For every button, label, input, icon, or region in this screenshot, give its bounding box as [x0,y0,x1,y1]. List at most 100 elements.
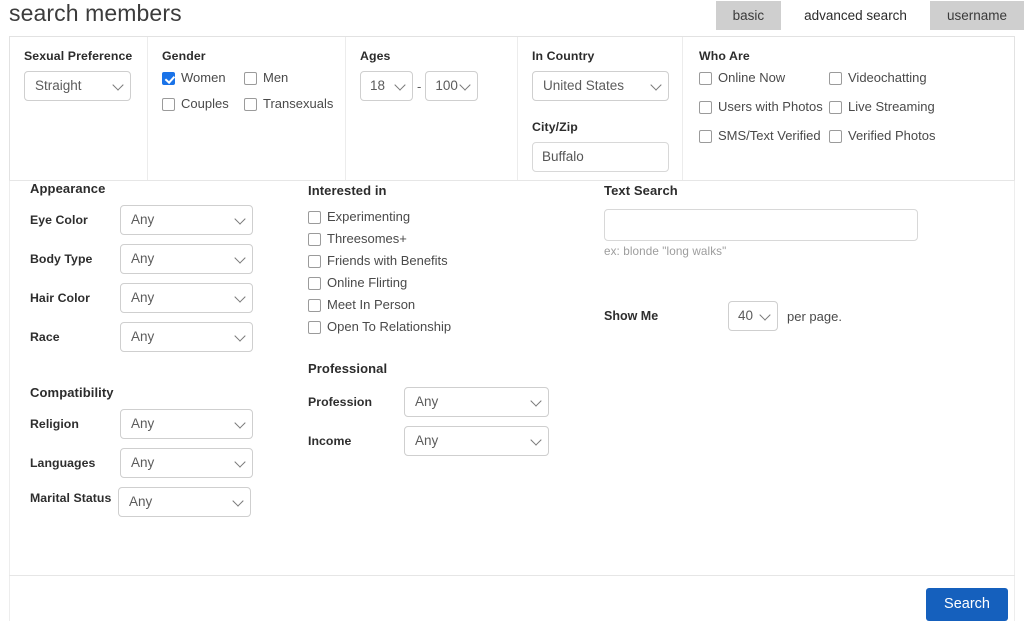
checkbox-sms-text-verified-label: SMS/Text Verified [718,128,821,143]
show-me-label: Show Me [604,309,659,323]
text-search-hint: ex: blonde "long walks" [604,245,727,258]
checkbox-meet-in-person-box[interactable] [308,298,321,312]
checkbox-meet-in-person[interactable]: Meet In Person [308,298,415,312]
chevron-down-icon [759,309,771,321]
checkbox-verified-photos-box[interactable] [829,129,842,143]
field-profession: Profession Any [308,387,598,417]
checkbox-verified-photos[interactable]: Verified Photos [829,129,935,143]
per-page-select[interactable]: 40 [728,301,778,331]
text-search-title: Text Search [604,183,678,198]
income-value: Any [415,433,439,448]
chevron-down-icon [530,395,542,407]
income-label: Income [308,433,352,448]
checkbox-live-streaming[interactable]: Live Streaming [829,100,935,114]
checkbox-men-box[interactable] [244,71,257,85]
professional-title: Professional [308,361,388,376]
checkbox-women-box[interactable] [162,71,175,85]
who-are-group: Who Are Online Now Videochatting Users w… [683,37,1014,180]
chevron-down-icon [234,252,246,264]
interest-item: Friends with Benefits [308,254,598,268]
checkbox-online-now-box[interactable] [699,71,712,85]
checkbox-women-label: Women [181,70,226,85]
checkbox-videochatting[interactable]: Videochatting [829,71,927,85]
checkbox-transexuals[interactable]: Transexuals [244,97,333,111]
checkbox-threesomes-label: Threesomes+ [327,231,407,246]
checkbox-sms-text-verified-box[interactable] [699,129,712,143]
religion-select[interactable]: Any [120,409,253,439]
checkbox-sms-text-verified[interactable]: SMS/Text Verified [699,129,829,143]
checkbox-men-label: Men [263,70,289,85]
primary-filters-panel: Sexual Preference Straight Gender Women … [9,36,1015,180]
checkbox-experimenting-box[interactable] [308,210,321,224]
checkbox-videochatting-label: Videochatting [848,70,927,85]
ages-label: Ages [360,49,391,63]
eye-color-select[interactable]: Any [120,205,253,235]
chevron-down-icon [234,417,246,429]
checkbox-open-to-relationship-box[interactable] [308,320,321,334]
income-select[interactable]: Any [404,426,549,456]
appearance-column: Appearance Eye Color Any Body Type Any H… [30,181,310,517]
search-members-page: search members basic advanced search use… [0,0,1024,621]
per-page-value: 40 [738,308,754,323]
sexual-preference-value: Straight [35,78,82,93]
checkbox-online-flirting-box[interactable] [308,276,321,290]
race-label: Race [30,329,60,344]
ages-separator: - [417,78,422,94]
age-min-select[interactable]: 18 [360,71,413,101]
who-are-row-1: Online Now Videochatting [699,71,1014,85]
checkbox-couples[interactable]: Couples [162,97,244,111]
checkbox-experimenting[interactable]: Experimenting [308,210,410,224]
text-search-input[interactable] [604,209,918,241]
checkbox-transexuals-box[interactable] [244,97,257,111]
field-languages: Languages Any [30,448,310,478]
checkbox-online-now[interactable]: Online Now [699,71,829,85]
body-type-select[interactable]: Any [120,244,253,274]
checkbox-users-with-photos[interactable]: Users with Photos [699,100,829,114]
checkbox-women[interactable]: Women [162,71,244,85]
chevron-down-icon [650,79,662,91]
appearance-title: Appearance [30,181,106,196]
tab-basic[interactable]: basic [715,1,782,30]
languages-select[interactable]: Any [120,448,253,478]
gender-row-1: Women Men [162,71,345,85]
marital-status-select[interactable]: Any [118,487,251,517]
checkbox-threesomes-box[interactable] [308,232,321,246]
interested-in-column: Interested in Experimenting Threesomes+ [308,181,598,456]
tab-advanced-search[interactable]: advanced search [787,1,924,30]
checkbox-open-to-relationship[interactable]: Open To Relationship [308,320,451,334]
checkbox-friends-with-benefits-box[interactable] [308,254,321,268]
tab-username[interactable]: username [929,1,1024,30]
profession-select[interactable]: Any [404,387,549,417]
checkbox-friends-with-benefits[interactable]: Friends with Benefits [308,254,448,268]
interest-item: Open To Relationship [308,320,598,334]
profession-value: Any [415,394,439,409]
field-body-type: Body Type Any [30,244,310,274]
country-select[interactable]: United States [532,71,669,101]
checkbox-threesomes[interactable]: Threesomes+ [308,232,407,246]
checkbox-men[interactable]: Men [244,71,288,85]
text-search-column: Text Search ex: blonde "long walks" Show… [604,181,1004,331]
chevron-down-icon [530,434,542,446]
city-zip-input[interactable]: Buffalo [532,142,669,172]
age-max-select[interactable]: 100 [425,71,479,101]
checkbox-videochatting-box[interactable] [829,71,842,85]
search-button[interactable]: Search [926,588,1008,621]
checkbox-users-with-photos-box[interactable] [699,100,712,114]
gender-row-2: Couples Transexuals [162,97,345,111]
per-page-suffix: per page. [787,308,842,324]
checkbox-meet-in-person-label: Meet In Person [327,297,416,312]
checkbox-live-streaming-box[interactable] [829,100,842,114]
checkbox-couples-box[interactable] [162,97,175,111]
checkbox-online-flirting[interactable]: Online Flirting [308,276,407,290]
chevron-down-icon [234,330,246,342]
panel-divider-bottom [9,575,1015,576]
checkbox-open-to-relationship-label: Open To Relationship [327,319,452,334]
gender-group: Gender Women Men Couples Transexuals [148,37,346,180]
secondary-filters-area: Appearance Eye Color Any Body Type Any H… [10,181,1014,575]
sexual-preference-select[interactable]: Straight [24,71,131,101]
checkbox-transexuals-label: Transexuals [263,96,334,111]
field-race: Race Any [30,322,310,352]
location-group: In Country United States City/Zip Buffal… [518,37,683,180]
hair-color-select[interactable]: Any [120,283,253,313]
race-select[interactable]: Any [120,322,253,352]
